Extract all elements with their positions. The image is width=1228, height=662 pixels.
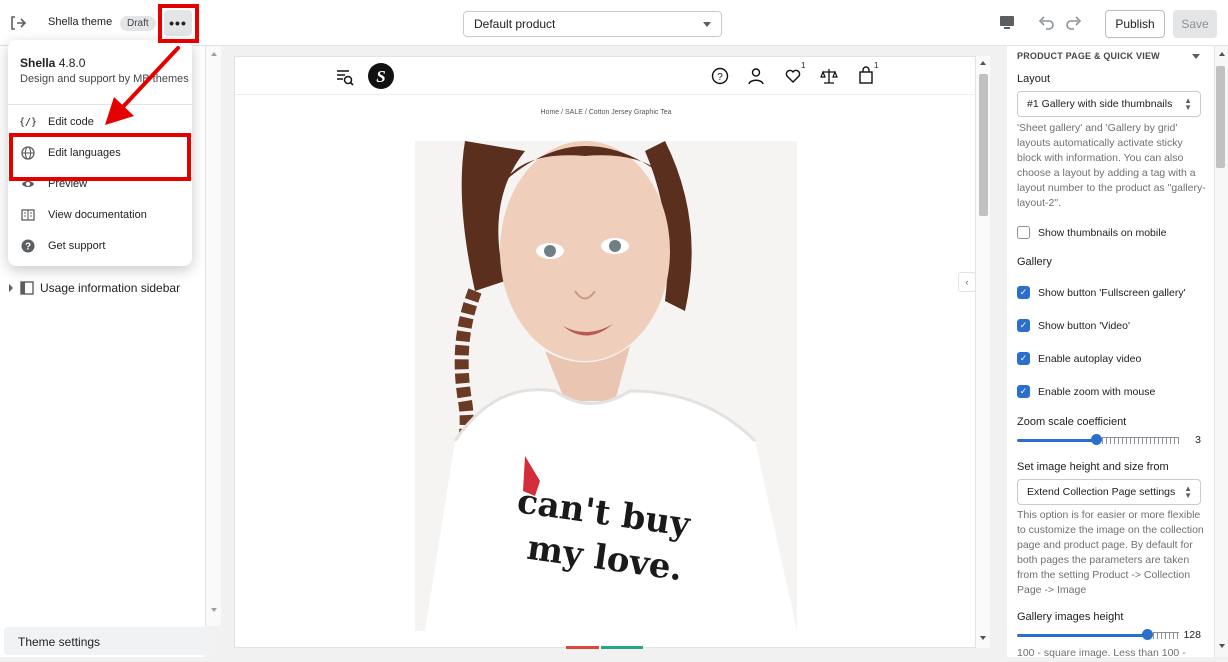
menu-item-get-support[interactable]: ? Get support — [20, 238, 105, 254]
menu-item-label: Get support — [48, 240, 106, 252]
checkbox-checked-icon[interactable]: ✓ — [1017, 352, 1030, 365]
slider-track-filled — [1017, 439, 1096, 442]
sidebar-item-label: Usage information sidebar — [40, 281, 181, 295]
layout-label: Layout — [1017, 73, 1051, 85]
gallery-height-help-text: 100 - square image. Less than 100 - — [1017, 647, 1186, 659]
video-button-checkbox[interactable]: ✓ Show button 'Video' — [1017, 319, 1130, 332]
slider-track — [1102, 437, 1179, 444]
slider-handle[interactable] — [1091, 434, 1102, 445]
app-version: 4.8.0 — [58, 56, 86, 70]
menu-item-view-documentation[interactable]: View documentation — [20, 207, 147, 223]
wishlist-heart-icon[interactable] — [784, 67, 802, 85]
menu-item-label: View documentation — [48, 209, 147, 221]
settings-panel: PRODUCT PAGE & QUICK VIEW Layout #1 Gall… — [1007, 46, 1214, 659]
storefront-preview: S ? 1 1 Home / SALE / Cotton Jersey Grap… — [234, 56, 977, 649]
model-photo-illustration: can't buy my love. — [415, 141, 797, 631]
account-icon[interactable] — [747, 67, 765, 85]
svg-text:?: ? — [25, 242, 31, 253]
checkbox-checked-icon[interactable]: ✓ — [1017, 319, 1030, 332]
highlight-more-button — [158, 4, 199, 43]
preview-scroll-thumb[interactable] — [979, 74, 988, 216]
checkbox-box[interactable] — [1017, 226, 1030, 239]
checkbox-checked-icon[interactable]: ✓ — [1017, 385, 1030, 398]
menu-item-label: Edit code — [48, 116, 94, 128]
product-image[interactable]: can't buy my love. — [415, 141, 797, 631]
slider-value: 3 — [1195, 434, 1201, 446]
gallery-height-slider[interactable]: 128 — [1017, 629, 1201, 641]
swatch-red[interactable] — [566, 646, 599, 649]
image-size-label: Set image height and size from — [1017, 461, 1169, 473]
layout-select[interactable]: #1 Gallery with side thumbnails ▲ ▼ — [1017, 91, 1201, 117]
slider-handle[interactable] — [1142, 629, 1153, 640]
select-arrows-icon: ▲ ▼ — [1184, 96, 1192, 112]
menu-item-edit-code[interactable]: {/} Edit code — [18, 114, 94, 130]
autoplay-video-checkbox[interactable]: ✓ Enable autoplay video — [1017, 352, 1141, 365]
select-arrows-icon: ▲ ▼ — [1184, 484, 1192, 500]
sidebar-item-usage-information[interactable]: Usage information sidebar — [8, 281, 180, 295]
status-badge: Draft — [120, 16, 156, 31]
cart-bag-icon[interactable] — [857, 66, 875, 85]
store-logo-icon[interactable]: S — [368, 63, 394, 89]
checkbox-label: Show thumbnails on mobile — [1038, 226, 1167, 239]
caret-right-icon — [9, 284, 13, 292]
help-circle-icon[interactable]: ? — [711, 67, 729, 85]
slider-track-filled — [1017, 634, 1147, 637]
image-size-help-text: This option is for easier or more flexib… — [1017, 509, 1204, 596]
compare-scales-icon[interactable] — [820, 67, 838, 85]
store-header: S ? 1 1 — [235, 57, 977, 95]
exit-icon[interactable] — [8, 13, 28, 33]
menu-search-icon[interactable] — [335, 67, 355, 87]
sidebar-layout-icon — [20, 281, 34, 295]
fullscreen-gallery-checkbox[interactable]: ✓ Show button 'Fullscreen gallery' — [1017, 286, 1186, 299]
theme-settings-tab[interactable]: Theme settings — [4, 627, 216, 655]
publish-button[interactable]: Publish — [1105, 10, 1165, 38]
cart-count: 1 — [874, 61, 879, 70]
layout-select-value: #1 Gallery with side thumbnails — [1027, 98, 1173, 110]
sidebar-scrollbar[interactable] — [205, 46, 221, 626]
show-thumbnails-mobile-checkbox[interactable]: Show thumbnails on mobile — [1017, 226, 1166, 239]
chevron-down-icon[interactable] — [1192, 54, 1200, 59]
annotation-arrow-icon — [105, 46, 180, 125]
image-size-select-value: Extend Collection Page settings — [1027, 486, 1176, 498]
checkbox-checked-icon[interactable]: ✓ — [1017, 286, 1030, 299]
question-icon: ? — [20, 238, 36, 254]
code-icon: {/} — [18, 116, 38, 128]
zoom-mouse-checkbox[interactable]: ✓ Enable zoom with mouse — [1017, 385, 1155, 398]
settings-scroll-thumb[interactable] — [1216, 66, 1225, 168]
gallery-height-label: Gallery images height — [1017, 611, 1124, 623]
section-title: PRODUCT PAGE & QUICK VIEW — [1017, 51, 1160, 61]
svg-text:?: ? — [717, 72, 723, 83]
highlight-edit-languages — [9, 133, 191, 181]
slider-track — [1153, 632, 1179, 639]
zoom-scale-label: Zoom scale coefficient — [1017, 416, 1127, 428]
layout-help-text: 'Sheet gallery' and 'Gallery by grid' la… — [1017, 122, 1206, 209]
undo-icon[interactable] — [1036, 13, 1056, 33]
chevron-down-icon — [703, 22, 711, 27]
checkbox-label: Enable autoplay video — [1038, 352, 1142, 365]
zoom-scale-slider[interactable]: 3 — [1017, 434, 1201, 446]
gallery-label: Gallery — [1017, 256, 1052, 268]
product-select-value: Default product — [474, 17, 556, 31]
redo-icon[interactable] — [1064, 13, 1084, 33]
svg-text:S: S — [376, 67, 385, 86]
desktop-icon[interactable] — [998, 15, 1016, 31]
collapse-panel-button[interactable]: ‹ — [958, 272, 976, 292]
book-icon — [20, 207, 36, 223]
checkbox-label: Show button 'Fullscreen gallery' — [1038, 286, 1186, 299]
save-button[interactable]: Save — [1173, 10, 1217, 38]
image-size-select[interactable]: Extend Collection Page settings ▲ ▼ — [1017, 479, 1201, 505]
wishlist-count: 1 — [801, 61, 806, 70]
swatch-green[interactable] — [601, 646, 643, 649]
app-name: Shella — [20, 56, 56, 70]
checkbox-label: Show button 'Video' — [1038, 319, 1130, 332]
theme-name: Shella theme — [48, 16, 113, 28]
slider-value: 128 — [1183, 629, 1201, 641]
checkbox-label: Enable zoom with mouse — [1038, 385, 1156, 398]
breadcrumb[interactable]: Home / SALE / Cotton Jersey Graphic Tea — [235, 109, 977, 116]
product-select[interactable]: Default product — [463, 11, 722, 37]
